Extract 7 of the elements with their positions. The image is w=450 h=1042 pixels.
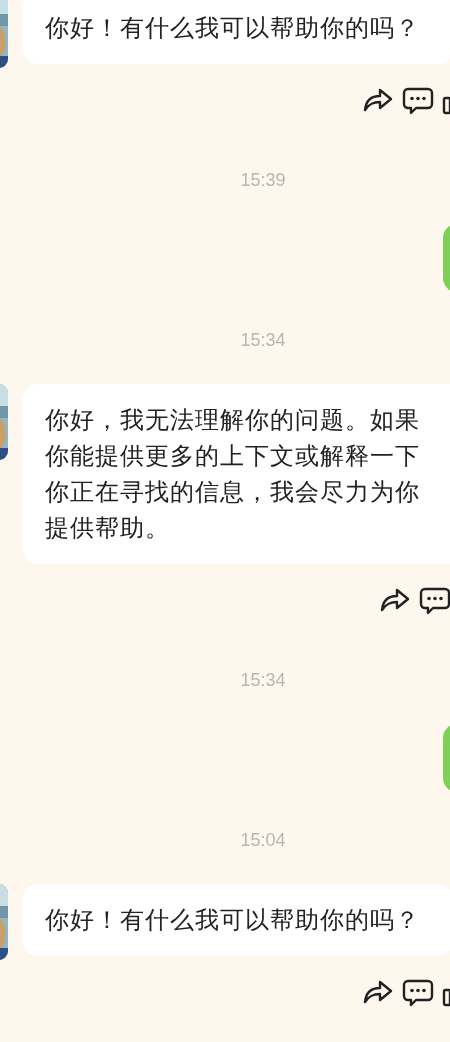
- timestamp: 15:39: [239, 169, 286, 192]
- timestamp: 15:34: [239, 669, 286, 692]
- timestamp: 15:04: [239, 829, 286, 852]
- message-text: 你好！有什么我可以帮助你的吗？: [45, 13, 420, 44]
- message-text: 你好，我无法理解你的问题。如果你能提供更多的上下文或解释一下你正在寻找的信息，我会尽力为你提供帮助。: [45, 405, 421, 544]
- timestamp: 15:34: [239, 329, 286, 352]
- message-text: 你好！有什么我可以帮助你的吗？: [45, 905, 420, 936]
